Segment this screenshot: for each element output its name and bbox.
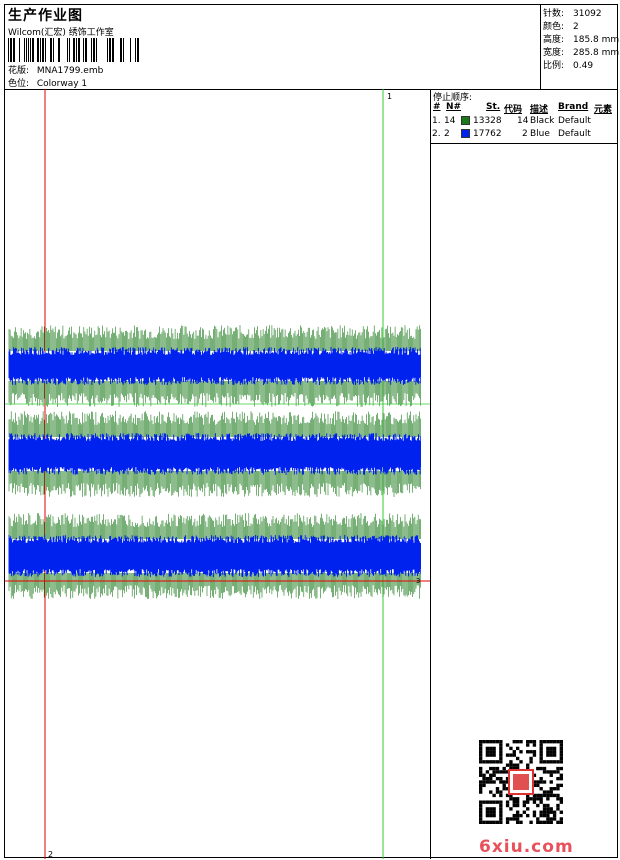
row2-desc: Blue xyxy=(530,129,550,139)
colorway-value: Colorway 1 xyxy=(36,79,88,89)
row2-num: 2. xyxy=(432,129,441,139)
stat-label: 高度: xyxy=(543,35,565,45)
small-marker: 3 xyxy=(416,577,420,585)
col-brand: Brand xyxy=(558,102,589,112)
blue-fill-core xyxy=(10,355,421,377)
stat-value: 31092 xyxy=(573,9,602,19)
embroidery-bands xyxy=(8,325,421,599)
page-title: 生产作业图 xyxy=(8,8,83,24)
green-guide-marker: 1 xyxy=(387,92,392,101)
barcode xyxy=(8,38,139,62)
stop-sequence-panel: 停止顺序: # N# St. 代码 描述 Brand 元素 1. 14 1332… xyxy=(430,89,618,859)
stat-label: 针数: xyxy=(543,9,565,19)
row1-needle: 14 xyxy=(444,116,456,126)
stat-value: 185.8 mm xyxy=(573,35,620,45)
design-file-row: 花版: MNA1799.emb xyxy=(8,63,103,76)
colorway-label: 色位: xyxy=(8,79,30,89)
embroidery-band xyxy=(8,513,421,599)
company-name: Wilcom(汇宏) 绣饰工作室 xyxy=(8,28,114,38)
watermark-logo: 6xiu.com xyxy=(479,837,574,857)
stat-scale: 比例: 0.49 xyxy=(543,58,593,71)
row2-brand: Default xyxy=(558,129,591,139)
stat-label: 宽度: xyxy=(543,48,565,58)
row1-stitches: 13328 xyxy=(473,116,502,126)
qr-code xyxy=(479,740,563,824)
colorway-row: 色位: Colorway 1 xyxy=(8,76,87,89)
row1-code: 14 xyxy=(517,116,529,126)
stat-label: 颜色: xyxy=(543,22,565,32)
blue-fill-core xyxy=(10,543,421,569)
col-num: # xyxy=(433,102,441,112)
col-desc: 描述 xyxy=(530,105,549,115)
stat-label: 比例: xyxy=(543,61,565,71)
stat-colors: 颜色: 2 xyxy=(543,19,579,32)
header: 生产作业图 Wilcom(汇宏) 绣饰工作室 花版: MNA1799.emb 色… xyxy=(5,5,619,90)
stat-value: 2 xyxy=(573,22,579,32)
stat-value: 285.8 mm xyxy=(573,48,620,58)
col-needle: N# xyxy=(446,102,462,112)
stat-value: 0.49 xyxy=(573,61,594,71)
design-file-value: MNA1799.emb xyxy=(36,66,104,76)
embroidery-band xyxy=(8,325,421,407)
stat-width: 宽度: 285.8 mm xyxy=(543,45,619,58)
col-stitches: St. xyxy=(486,102,501,112)
row1-desc: Black xyxy=(530,116,555,126)
row2-stitches: 17762 xyxy=(473,129,502,139)
color-swatch xyxy=(461,116,470,125)
row1-brand: Default xyxy=(558,116,591,126)
color-swatch xyxy=(461,129,470,138)
red-guide-marker: 2 xyxy=(48,850,53,859)
stat-stitches: 针数: 31092 xyxy=(543,6,602,19)
stat-height: 高度: 185.8 mm xyxy=(543,32,619,45)
col-code: 代码 xyxy=(504,105,523,115)
col-element: 元素 xyxy=(594,105,613,115)
blue-fill-core xyxy=(10,441,421,467)
design-preview: 1 2 3 xyxy=(5,89,430,859)
row2-code: 2 xyxy=(522,129,528,139)
stop-sequence-table: # N# St. 代码 描述 Brand 元素 1. 14 13328 14 B… xyxy=(431,101,618,144)
row1-num: 1. xyxy=(432,116,441,126)
worksheet-frame: 生产作业图 Wilcom(汇宏) 绣饰工作室 花版: MNA1799.emb 色… xyxy=(4,4,619,859)
embroidery-band xyxy=(8,411,421,497)
design-file-label: 花版: xyxy=(8,66,30,76)
stats-box: 针数: 31092 颜色: 2 高度: 185.8 mm 宽度: 285.8 mm 比例… xyxy=(540,5,619,89)
row2-needle: 2 xyxy=(444,129,450,139)
header-info: 生产作业图 Wilcom(汇宏) 绣饰工作室 花版: MNA1799.emb 色… xyxy=(5,5,540,89)
